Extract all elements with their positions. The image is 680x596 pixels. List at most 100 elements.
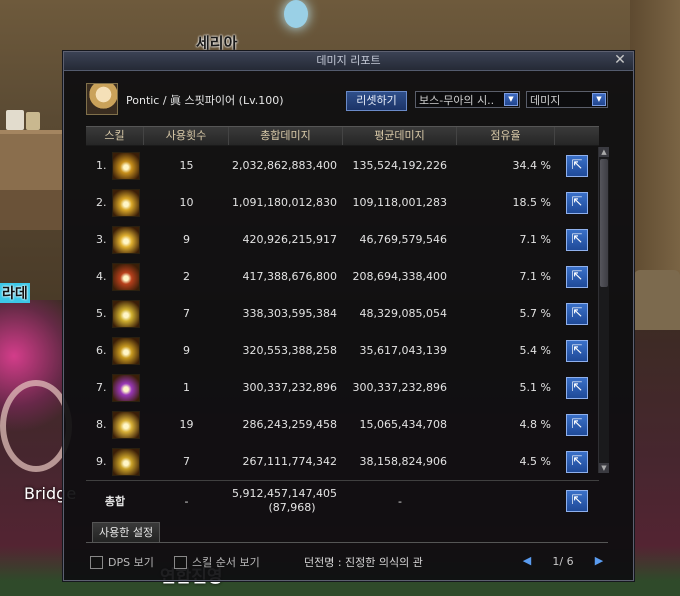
total-damage: 320,553,388,258	[242, 344, 337, 357]
prev-page-icon[interactable]: ◀	[520, 554, 534, 568]
rank-number: 3.	[96, 233, 107, 246]
header-average-damage[interactable]: 평균데미지	[343, 127, 457, 145]
table-row: 3. 9 420,926,215,917 46,769,579,546 7.1 % ⇱	[86, 221, 599, 258]
share-icon[interactable]: ⇱	[566, 228, 588, 251]
share-icon[interactable]: ⇱	[566, 265, 588, 288]
damage-share: 7.1 %	[519, 233, 551, 246]
rank-number: 4.	[96, 270, 107, 283]
total-hit-count: (87,968)	[268, 501, 316, 514]
share-icon[interactable]: ⇱	[566, 191, 588, 214]
total-count: -	[184, 494, 189, 508]
dungeon-name: 던전명 : 진정한 의식의 관	[304, 556, 423, 569]
average-damage: 15,065,434,708	[359, 418, 447, 431]
average-damage: 46,769,579,546	[359, 233, 447, 246]
table-row: 5. 7 338,303,595,384 48,329,085,054 5.7 % ⇱	[86, 295, 599, 332]
skill-cell: 2.	[86, 188, 144, 217]
total-damage: 286,243,259,458	[242, 418, 337, 431]
share-icon[interactable]: ⇱	[566, 490, 588, 512]
skill-order-checkbox[interactable]: 스킬 순서 보기	[174, 554, 260, 570]
boss-select-value: 보스-무아의 시..	[419, 94, 495, 107]
window-title: 데미지 리포트	[316, 54, 381, 67]
background-shelf	[0, 130, 64, 194]
reset-button[interactable]: 리셋하기	[346, 91, 407, 111]
average-damage: 135,524,192,226	[352, 159, 447, 172]
background-jar	[26, 112, 40, 130]
damage-report-window: 데미지 리포트 ✕ Pontic / 眞 스핏파이어 (Lv.100) 리셋하기…	[63, 51, 634, 581]
background-stool	[634, 270, 680, 330]
damage-share: 4.5 %	[519, 455, 551, 468]
table-row: 1. 15 2,032,862,883,400 135,524,192,226 34.4…	[86, 147, 599, 184]
skill-blast-icon[interactable]	[112, 447, 140, 476]
table-row: 9. 7 267,111,774,342 38,158,824,906 4.5 % ⇱	[86, 443, 599, 479]
share-icon[interactable]: ⇱	[566, 339, 588, 362]
boss-select[interactable]: 보스-무아의 시.. ▼	[415, 91, 520, 108]
table-row: 7. 1 300,337,232,896 300,337,232,896 5.1 % ⇱	[86, 369, 599, 406]
average-damage: 38,158,824,906	[359, 455, 447, 468]
use-count: 19	[179, 418, 194, 431]
damage-share: 5.1 %	[519, 381, 551, 394]
total-damage: 2,032,862,883,400	[232, 159, 337, 172]
scroll-thumb[interactable]	[600, 159, 608, 287]
table-header: 스킬 사용횟수 총합데미지 평균데미지 점유율	[86, 126, 599, 146]
pagination: ◀ 1/ 6 ▶	[520, 552, 606, 570]
rank-number: 1.	[96, 159, 107, 172]
chevron-down-icon[interactable]: ▼	[592, 93, 606, 106]
tab-used-settings[interactable]: 사용한 설정	[92, 522, 161, 543]
npc-name-label[interactable]: 라데	[0, 283, 30, 303]
background-cup	[6, 110, 24, 130]
use-count: 9	[183, 344, 190, 357]
rank-number: 9.	[96, 455, 107, 468]
checkbox-icon[interactable]	[174, 555, 187, 569]
use-count: 15	[179, 159, 194, 172]
rank-number: 5.	[96, 307, 107, 320]
share-icon[interactable]: ⇱	[566, 450, 588, 473]
total-average: -	[398, 494, 402, 508]
report-type-select[interactable]: 데미지 ▼	[526, 91, 608, 108]
close-icon[interactable]: ✕	[613, 53, 627, 67]
share-icon[interactable]: ⇱	[566, 413, 588, 436]
chevron-down-icon[interactable]: ▼	[504, 93, 518, 106]
share-icon[interactable]: ⇱	[566, 302, 588, 325]
character-info-row: Pontic / 眞 스핏파이어 (Lv.100) 리셋하기 보스-무아의 시.…	[86, 81, 626, 115]
share-icon[interactable]: ⇱	[566, 376, 588, 399]
skill-grenade-icon[interactable]	[112, 225, 140, 254]
header-use-count[interactable]: 사용횟수	[144, 127, 229, 145]
header-share[interactable]: 점유율	[457, 127, 555, 145]
header-total-damage[interactable]: 총합데미지	[229, 127, 343, 145]
skill-flash-icon[interactable]	[112, 299, 140, 328]
window-titlebar[interactable]: 데미지 리포트 ✕	[64, 52, 633, 71]
skill-cell: 3.	[86, 225, 144, 254]
skill-spark-icon[interactable]	[112, 336, 140, 365]
dps-view-label: DPS 보기	[108, 556, 154, 569]
scroll-up-icon[interactable]: ▲	[599, 147, 609, 157]
average-damage: 35,617,043,139	[359, 344, 447, 357]
skill-purple-slash-icon[interactable]	[112, 373, 140, 402]
table-row: 4. 2 417,388,676,800 208,694,338,400 7.1 % ⇱	[86, 258, 599, 295]
next-page-icon[interactable]: ▶	[592, 554, 606, 568]
share-cell: ⇱	[555, 413, 599, 436]
skill-shot-icon[interactable]	[112, 410, 140, 439]
dps-view-checkbox[interactable]: DPS 보기	[90, 554, 154, 570]
skill-cell: 9.	[86, 447, 144, 476]
checkbox-icon[interactable]	[90, 555, 103, 569]
use-count: 2	[183, 270, 190, 283]
total-share-cell: ⇱	[555, 490, 599, 512]
total-damage: 338,303,595,384	[242, 307, 337, 320]
skill-cell: 7.	[86, 373, 144, 402]
skill-cell: 4.	[86, 262, 144, 291]
avatar	[86, 83, 118, 115]
damage-share: 5.4 %	[519, 344, 551, 357]
skill-fire-burst-icon[interactable]	[112, 151, 140, 180]
skill-cell: 5.	[86, 299, 144, 328]
skill-explosion-icon[interactable]	[112, 262, 140, 291]
table-scrollbar[interactable]: ▲ ▼	[598, 147, 609, 473]
total-damage: 417,388,676,800	[242, 270, 337, 283]
share-cell: ⇱	[555, 339, 599, 362]
share-icon[interactable]: ⇱	[566, 154, 588, 177]
skill-bullet-rain-icon[interactable]	[112, 188, 140, 217]
scroll-down-icon[interactable]: ▼	[599, 463, 609, 473]
header-skill[interactable]: 스킬	[86, 127, 144, 145]
npc-name-label[interactable]: 세리아	[196, 32, 237, 53]
damage-share: 4.8 %	[519, 418, 551, 431]
share-cell: ⇱	[555, 376, 599, 399]
